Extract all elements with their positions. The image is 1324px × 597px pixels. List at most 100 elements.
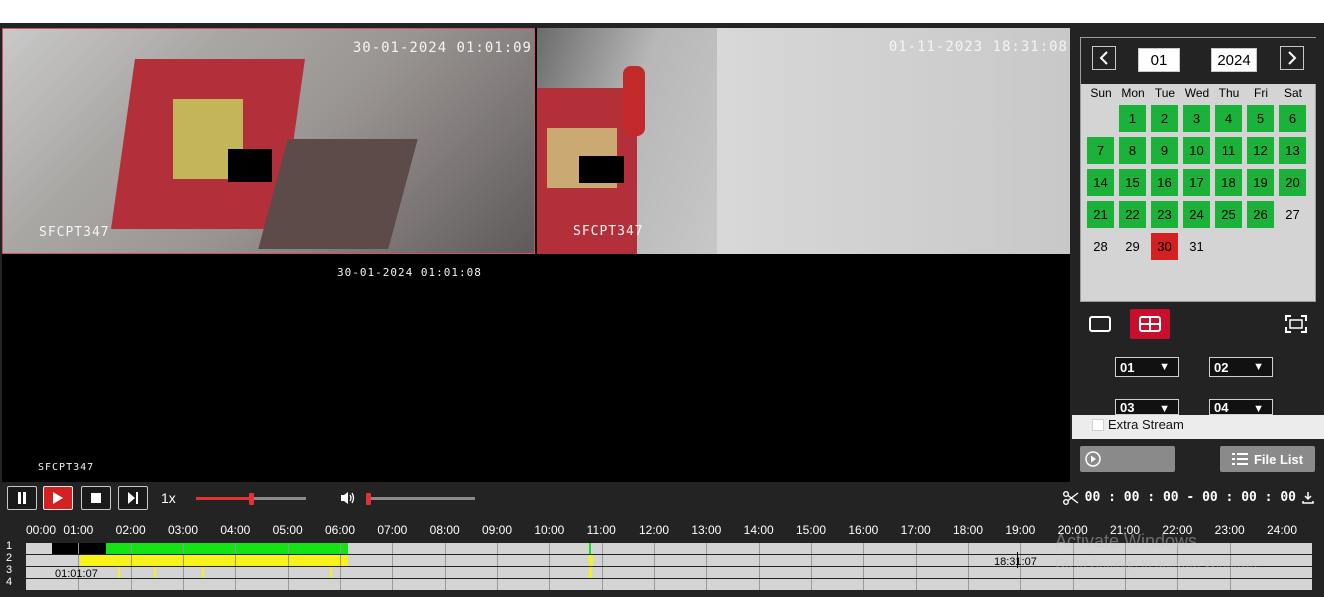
hour-tick [706, 579, 708, 590]
record-segment-yellow [80, 555, 348, 566]
hour-tick [968, 555, 969, 566]
hour-label: 15:00 [796, 523, 827, 537]
hour-label: 04:00 [220, 523, 251, 537]
calendar-day[interactable]: 17 [1183, 169, 1210, 196]
hour-tick [497, 567, 498, 578]
hour-tick [287, 579, 289, 590]
speed-indicator[interactable]: 1x [161, 490, 176, 506]
calendar-day[interactable]: 9 [1151, 137, 1178, 164]
weekday-sun: Sun [1090, 86, 1112, 100]
single-view-button[interactable] [1080, 309, 1120, 339]
channel-select-1[interactable]: 01 ▼ [1115, 357, 1179, 377]
hour-tick [811, 567, 812, 578]
calendar-day[interactable]: 11 [1215, 137, 1242, 164]
calendar-day[interactable]: 22 [1119, 201, 1146, 228]
month-field[interactable]: 01 [1138, 48, 1180, 72]
calendar-day[interactable]: 27 [1279, 201, 1306, 228]
step-forward-button[interactable] [118, 486, 148, 510]
quad-view-button[interactable] [1130, 309, 1170, 339]
channel-select-4[interactable]: 04 ▼ [1209, 399, 1273, 415]
calendar-day[interactable]: 25 [1215, 201, 1242, 228]
video-tile-3[interactable]: 30-01-2024 01:01:08 SFCPT347 [2, 256, 535, 482]
progress-knob[interactable] [249, 493, 254, 505]
hour-label: 23:00 [1214, 523, 1245, 537]
calendar-day[interactable]: 26 [1247, 201, 1274, 228]
calendar-day[interactable]: 10 [1183, 137, 1210, 164]
calendar-day[interactable]: 30 [1151, 233, 1178, 260]
play-button[interactable] [43, 486, 73, 510]
hour-tick [340, 579, 341, 590]
volume-slider[interactable] [366, 493, 475, 505]
timeline-track-4[interactable] [26, 579, 1312, 590]
calendar-day[interactable]: 19 [1247, 169, 1274, 196]
hour-label: 12:00 [639, 523, 670, 537]
hour-tick [1020, 567, 1022, 578]
hour-tick [340, 543, 341, 554]
hour-tick [863, 555, 865, 566]
hour-tick [758, 579, 760, 590]
calendar-day[interactable]: 16 [1151, 169, 1178, 196]
hour-tick [183, 555, 184, 566]
calendar-day[interactable]: 14 [1087, 169, 1114, 196]
calendar-day[interactable]: 12 [1247, 137, 1274, 164]
file-list-button[interactable]: File List [1220, 446, 1315, 472]
stop-button[interactable] [81, 486, 111, 510]
hour-tick [444, 543, 446, 554]
volume-icon[interactable] [340, 491, 356, 505]
play-circle-icon [1085, 451, 1101, 467]
video-tile-4[interactable] [537, 256, 1070, 482]
calendar-day[interactable]: 24 [1183, 201, 1210, 228]
calendar-day[interactable]: 31 [1183, 233, 1210, 260]
hour-tick [549, 543, 551, 554]
hour-label: 08:00 [429, 523, 460, 537]
camera-name: SFCPT347 [38, 462, 95, 473]
calendar-day[interactable]: 4 [1215, 105, 1242, 132]
privacy-mask [228, 149, 272, 182]
weekday-thu: Thu [1218, 86, 1240, 100]
record-segment-green [589, 543, 591, 554]
calendar-day[interactable]: 28 [1087, 233, 1114, 260]
timeline: 00:00 01:00 02:00 03:00 04:00 05:00 06:00 07:00… [0, 520, 1324, 597]
scissors-icon[interactable] [1062, 490, 1079, 505]
calendar-day[interactable]: 13 [1279, 137, 1306, 164]
cursor-time-left: 01:01:07 [55, 568, 98, 580]
channel-select-2[interactable]: 02 ▼ [1209, 357, 1273, 377]
next-month-button[interactable] [1280, 46, 1304, 70]
calendar-day[interactable]: 1 [1119, 105, 1146, 132]
calendar-day[interactable]: 20 [1279, 169, 1306, 196]
calendar-day[interactable]: 7 [1087, 137, 1114, 164]
extra-stream-toggle[interactable]: Extra Stream [1092, 417, 1184, 432]
calendar-day[interactable]: 8 [1119, 137, 1146, 164]
video-tile-2[interactable]: 01-11-2023 18:31:08 SFCPT347 [537, 28, 1070, 254]
video-tile-1[interactable]: 30-01-2024 01:01:09 SFCPT347 [2, 28, 535, 254]
extra-stream-checkbox[interactable] [1092, 418, 1104, 431]
year-field[interactable]: 2024 [1211, 48, 1257, 72]
calendar-day[interactable]: 18 [1215, 169, 1242, 196]
calendar-day[interactable]: 2 [1151, 105, 1178, 132]
record-segment-yellow [118, 567, 120, 578]
hour-tick [235, 555, 237, 566]
download-icon[interactable] [1302, 491, 1314, 504]
fullscreen-button[interactable] [1276, 309, 1316, 339]
stop-icon [91, 493, 101, 503]
progress-slider[interactable] [196, 493, 306, 505]
hour-label: 05:00 [272, 523, 303, 537]
calendar-day[interactable]: 6 [1279, 105, 1306, 132]
calendar-day[interactable]: 15 [1119, 169, 1146, 196]
volume-knob[interactable] [366, 493, 371, 505]
play-icon [53, 492, 63, 504]
timeline-cursor[interactable] [1017, 552, 1018, 568]
calendar-day[interactable]: 5 [1247, 105, 1274, 132]
calendar-day[interactable]: 29 [1119, 233, 1146, 260]
prev-month-button[interactable] [1092, 46, 1116, 70]
hour-tick [1072, 579, 1074, 590]
calendar-day[interactable]: 21 [1087, 201, 1114, 228]
hour-tick [287, 555, 289, 566]
calendar-day[interactable]: 23 [1151, 201, 1178, 228]
hour-label: 16:00 [848, 523, 879, 537]
play-file-button[interactable] [1080, 446, 1175, 472]
hour-tick [654, 579, 655, 590]
pause-button[interactable] [7, 486, 37, 510]
channel-select-3[interactable]: 03 ▼ [1115, 399, 1179, 415]
calendar-day[interactable]: 3 [1183, 105, 1210, 132]
